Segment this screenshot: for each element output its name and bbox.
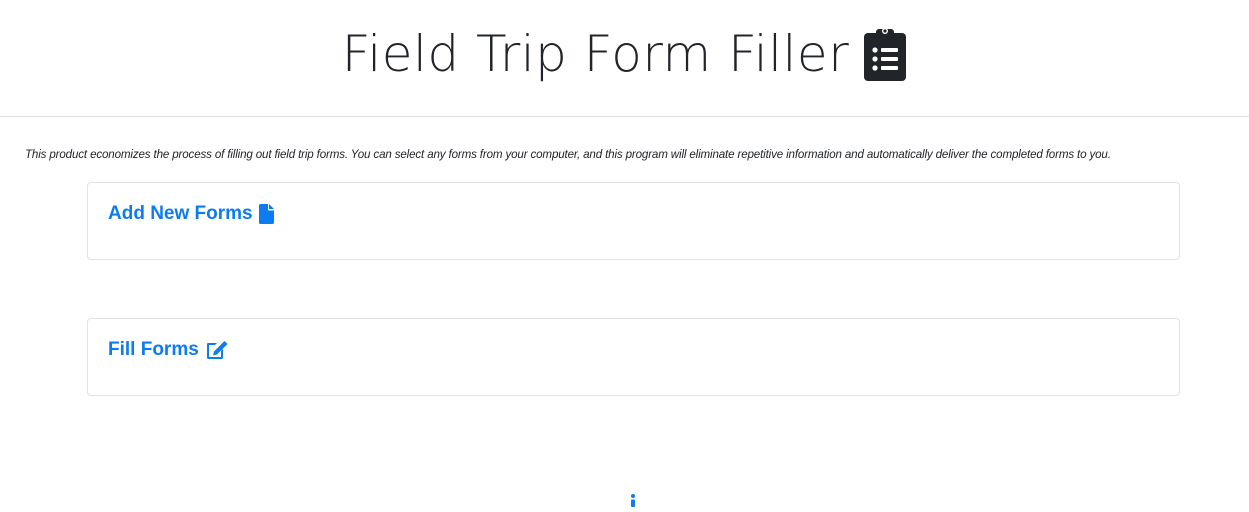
add-new-forms-card: Add New Forms bbox=[87, 182, 1180, 260]
add-new-forms-link[interactable]: Add New Forms bbox=[108, 203, 274, 225]
title-wrap: Field Trip Form Filler bbox=[342, 26, 908, 82]
clipboard-list-icon bbox=[863, 26, 907, 82]
info-icon[interactable] bbox=[628, 493, 638, 507]
fill-forms-link[interactable]: Fill Forms bbox=[108, 339, 229, 361]
description-text: This product economizes the process of f… bbox=[25, 148, 1111, 161]
file-icon bbox=[258, 204, 274, 224]
page-title: Field Trip Form Filler bbox=[341, 25, 850, 83]
edit-icon bbox=[205, 340, 229, 360]
fill-forms-card: Fill Forms bbox=[87, 318, 1180, 396]
page-header: Field Trip Form Filler bbox=[0, 0, 1249, 117]
fill-forms-label: Fill Forms bbox=[108, 339, 199, 360]
add-new-forms-label: Add New Forms bbox=[108, 203, 253, 224]
